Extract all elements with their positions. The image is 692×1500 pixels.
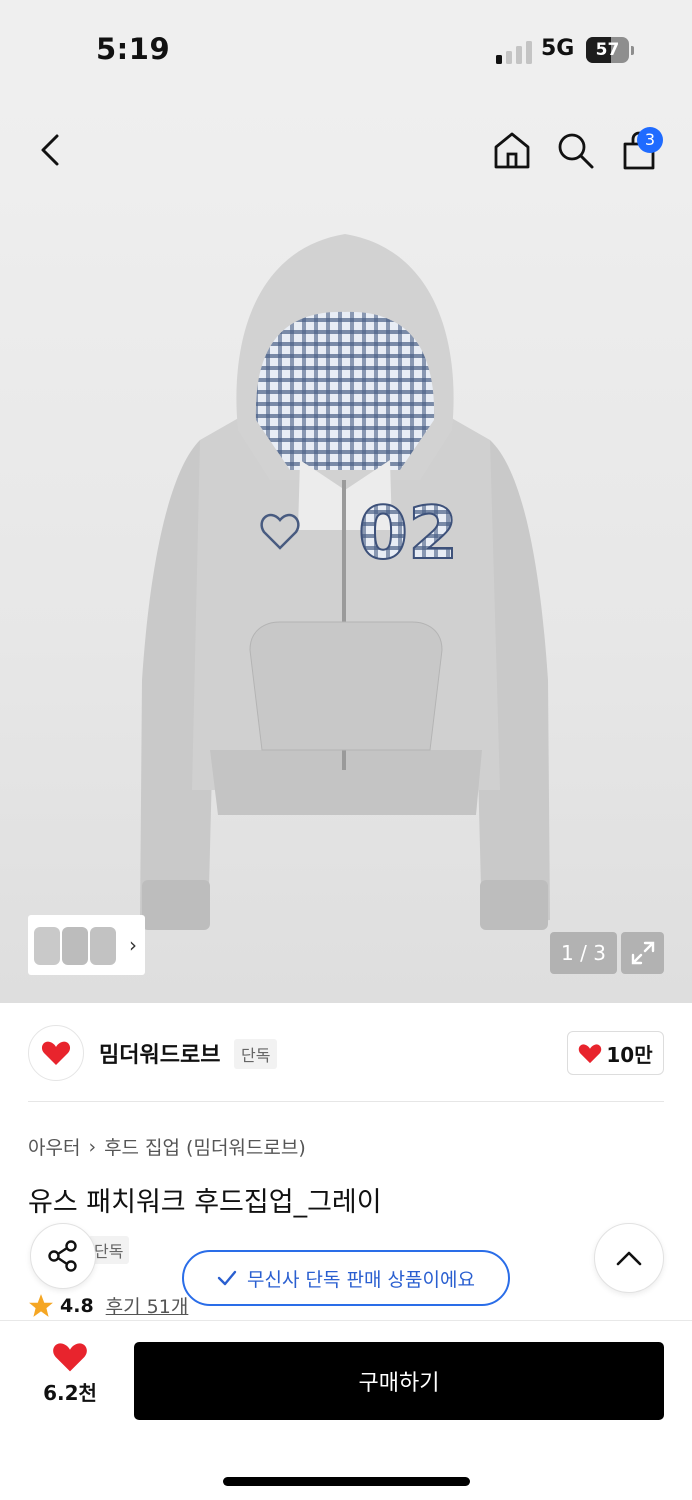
share-icon bbox=[48, 1240, 77, 1272]
chevron-up-icon bbox=[616, 1251, 642, 1266]
brand-name[interactable]: 밈더워드로브 bbox=[99, 1037, 220, 1069]
cart-count-badge: 3 bbox=[637, 127, 663, 153]
product-like-button[interactable]: 6.2천 bbox=[30, 1341, 110, 1421]
status-time: 5:19 bbox=[96, 32, 171, 66]
divider bbox=[28, 1101, 664, 1102]
image-counter: 1 / 3 bbox=[550, 932, 617, 974]
status-bar: 5:19 5G 57 bbox=[0, 0, 692, 100]
battery-icon: 57 bbox=[586, 37, 629, 63]
battery-tip bbox=[631, 46, 634, 55]
exclusive-badge: 단독 bbox=[234, 1039, 278, 1069]
thumbnail-image bbox=[34, 927, 116, 965]
network-label: 5G bbox=[541, 36, 575, 61]
search-button[interactable] bbox=[553, 128, 597, 172]
product-gallery[interactable]: 3 02 › 1 / 3 bbox=[0, 100, 692, 1003]
home-button[interactable] bbox=[490, 128, 534, 172]
breadcrumb-separator-icon: › bbox=[88, 1135, 97, 1158]
breadcrumb-category[interactable]: 아우터 bbox=[28, 1133, 80, 1160]
thumbnail-strip[interactable]: › bbox=[28, 915, 145, 975]
brand-logo[interactable] bbox=[28, 1025, 84, 1081]
search-icon bbox=[558, 133, 594, 169]
expand-icon bbox=[631, 941, 654, 965]
back-icon bbox=[41, 134, 59, 166]
exclusive-toast: 무신사 단독 판매 상품이에요 bbox=[182, 1250, 510, 1306]
signal-icon bbox=[496, 40, 532, 64]
buy-button[interactable]: 구매하기 bbox=[134, 1342, 664, 1420]
bottom-bar: 6.2천 구매하기 bbox=[0, 1320, 692, 1500]
product-like-count: 6.2천 bbox=[43, 1381, 97, 1405]
home-indicator bbox=[223, 1477, 470, 1486]
brand-row: 밈더워드로브 단독 10만 bbox=[0, 1003, 692, 1103]
scroll-top-button[interactable] bbox=[594, 1223, 664, 1293]
brand-like-button[interactable]: 10만 bbox=[567, 1031, 664, 1075]
heart-logo-icon bbox=[41, 1041, 71, 1065]
share-button[interactable] bbox=[30, 1223, 96, 1289]
toast-text: 무신사 단독 판매 상품이에요 bbox=[247, 1268, 475, 1291]
product-title: 유스 패치워크 후드집업_그레이 bbox=[28, 1187, 382, 1218]
battery-level: 57 bbox=[595, 40, 620, 60]
heart-icon bbox=[53, 1343, 87, 1372]
star-icon bbox=[29, 1293, 53, 1317]
rating-score: 4.8 bbox=[60, 1294, 94, 1317]
svg-text:02: 02 bbox=[358, 491, 458, 575]
heart-icon bbox=[579, 1043, 602, 1063]
breadcrumb: 아우터 › 후드 집업 (밈더워드로브) bbox=[28, 1133, 306, 1160]
expand-button[interactable] bbox=[621, 932, 664, 974]
breadcrumb-subcategory[interactable]: 후드 집업 (밈더워드로브) bbox=[104, 1133, 306, 1160]
home-icon bbox=[494, 132, 530, 169]
product-image[interactable]: 02 bbox=[130, 230, 562, 940]
brand-like-count: 10만 bbox=[606, 1042, 653, 1067]
rating: 4.8 후기 51개 bbox=[28, 1292, 188, 1319]
review-link[interactable]: 후기 51개 bbox=[106, 1292, 189, 1319]
check-icon bbox=[217, 1270, 237, 1286]
back-button[interactable] bbox=[28, 128, 72, 172]
thumbnail-more-icon: › bbox=[129, 933, 137, 957]
